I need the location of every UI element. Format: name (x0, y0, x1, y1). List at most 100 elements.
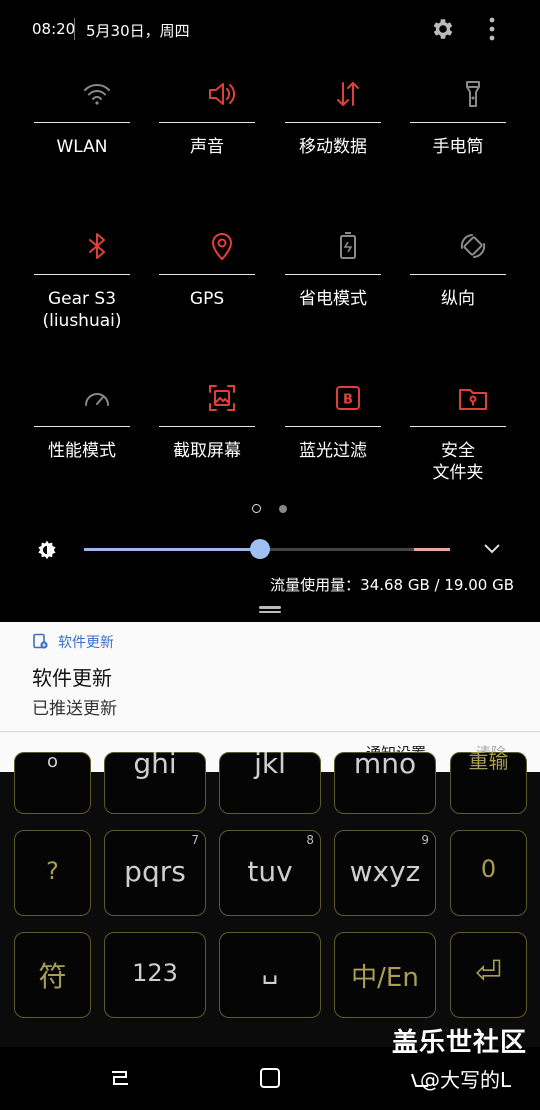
notification-title: 软件更新 (32, 666, 112, 690)
tile-secure-folder[interactable]: 安全 文件夹 (410, 364, 536, 504)
status-date: 5月30日，周四 (86, 22, 190, 40)
tile-mobile-data[interactable]: 移动数据 (285, 60, 411, 200)
blue-light-filter-icon: B (336, 386, 360, 410)
key-label: ␣ (261, 955, 279, 985)
keyboard-key[interactable]: 9 wxyz (334, 830, 436, 916)
keyboard-key[interactable]: 中/En (334, 932, 436, 1018)
watermark-user: @大写的L (420, 1068, 512, 1092)
status-bar (0, 0, 540, 58)
performance-icon (85, 393, 109, 406)
tile-underline (410, 426, 506, 427)
tile-label: 截取屏幕 (173, 441, 241, 461)
keyboard-background: o ghi jkl mno 重输 ? 7 pqrs 8 tuv 9 wxyz 0… (0, 747, 540, 1047)
status-time: 08:20 (32, 20, 76, 38)
tile-underline (285, 426, 381, 427)
tile-flashlight[interactable]: 手电筒 (410, 60, 536, 200)
panel-drag-handle[interactable] (259, 606, 281, 609)
tile-underline (34, 426, 130, 427)
key-label: mno (353, 747, 417, 780)
keyboard-key[interactable]: jkl (219, 747, 321, 814)
key-label: ghi (133, 747, 177, 780)
keyboard-key[interactable]: mno (334, 747, 436, 814)
key-label: tuv (247, 855, 293, 888)
key-label: 重输 (468, 749, 509, 773)
keyboard-key[interactable]: 123 (104, 932, 206, 1018)
brightness-icon[interactable] (36, 539, 58, 561)
settings-gear-icon[interactable] (430, 16, 456, 42)
key-label: 符 (38, 960, 67, 993)
data-usage-text: 流量使用量：34.68 GB / 19.00 GB (270, 576, 514, 594)
tile-gps[interactable]: GPS (159, 212, 285, 352)
keyboard-enter-key[interactable]: ⏎ (450, 932, 527, 1018)
keyboard-space-key[interactable]: ␣ (219, 932, 321, 1018)
battery-saver-icon (340, 232, 356, 259)
tile-label: 移动数据 (299, 137, 367, 157)
key-label: ? (46, 857, 59, 885)
tile-underline (285, 122, 381, 123)
keyboard-key[interactable]: 7 pqrs (104, 830, 206, 916)
key-number: 9 (421, 833, 429, 847)
rotation-icon (460, 234, 486, 258)
tile-orientation[interactable]: 纵向 (410, 212, 536, 352)
home-icon[interactable] (258, 1066, 282, 1090)
volume-icon (209, 83, 236, 105)
page-dot-inactive[interactable] (279, 505, 287, 513)
recent-apps-icon[interactable] (108, 1066, 132, 1090)
tile-bluetooth[interactable]: Gear S3 (liushuai) (34, 212, 160, 352)
tile-label: WLAN (56, 137, 108, 157)
tile-underline (34, 122, 130, 123)
location-icon (211, 233, 233, 261)
notification-divider (0, 731, 540, 732)
tile-wlan[interactable]: WLAN (34, 60, 160, 200)
tile-label: 省电模式 (299, 289, 367, 309)
tile-label: 安全 文件夹 (432, 441, 484, 483)
keyboard-key[interactable]: 符 (14, 932, 91, 1018)
keyboard-key[interactable]: 重输 (450, 749, 527, 814)
brightness-track-empty (259, 548, 414, 551)
svg-text:B: B (343, 393, 353, 408)
key-label: 123 (132, 959, 178, 987)
status-separator (74, 18, 75, 40)
tile-label: 蓝光过滤 (299, 441, 367, 461)
key-label: 0 (480, 855, 497, 883)
tile-performance-mode[interactable]: 性能模式 (34, 364, 160, 504)
tile-label: Gear S3 (liushuai) (42, 289, 122, 331)
tile-power-saving[interactable]: 省电模式 (285, 212, 411, 352)
keyboard-key[interactable]: ? (14, 830, 91, 916)
tile-label: GPS (189, 289, 225, 309)
tile-label: 手电筒 (432, 137, 484, 157)
tile-sound[interactable]: 声音 (159, 60, 285, 200)
bluetooth-icon (89, 233, 105, 259)
flashlight-icon (466, 81, 480, 107)
key-label: 中/En (351, 963, 419, 993)
panel-drag-handle-line (259, 611, 281, 613)
notification-text: 已推送更新 (32, 699, 117, 719)
page-dot-active[interactable] (252, 504, 261, 513)
brightness-track-outdoor (414, 548, 450, 551)
keyboard-key[interactable]: 0 (450, 830, 527, 916)
tile-underline (159, 426, 255, 427)
brightness-slider-thumb[interactable] (249, 539, 270, 559)
tile-screenshot[interactable]: 截取屏幕 (159, 364, 285, 504)
key-number: 7 (191, 833, 199, 847)
more-options-icon[interactable] (484, 15, 500, 43)
tile-underline (159, 274, 255, 275)
tile-blue-light-filter[interactable]: B 蓝光过滤 (285, 364, 411, 504)
tile-underline (34, 274, 130, 275)
brightness-track-filled (84, 548, 260, 551)
tile-underline (410, 122, 506, 123)
key-label: o (46, 751, 58, 772)
mobile-data-icon (337, 82, 359, 106)
key-label: jkl (254, 747, 286, 780)
notification-app-name: 软件更新 (58, 635, 114, 651)
keyboard-key[interactable]: 8 tuv (219, 830, 321, 916)
tile-label: 性能模式 (48, 441, 116, 461)
keyboard-key[interactable]: ghi (104, 747, 206, 814)
software-update-icon (33, 633, 48, 649)
keyboard-key[interactable]: o (14, 751, 91, 814)
key-number: 8 (306, 833, 314, 847)
tile-underline (159, 122, 255, 123)
key-label: ⏎ (475, 953, 502, 991)
chevron-down-icon[interactable] (482, 542, 502, 556)
tile-underline (285, 274, 381, 275)
